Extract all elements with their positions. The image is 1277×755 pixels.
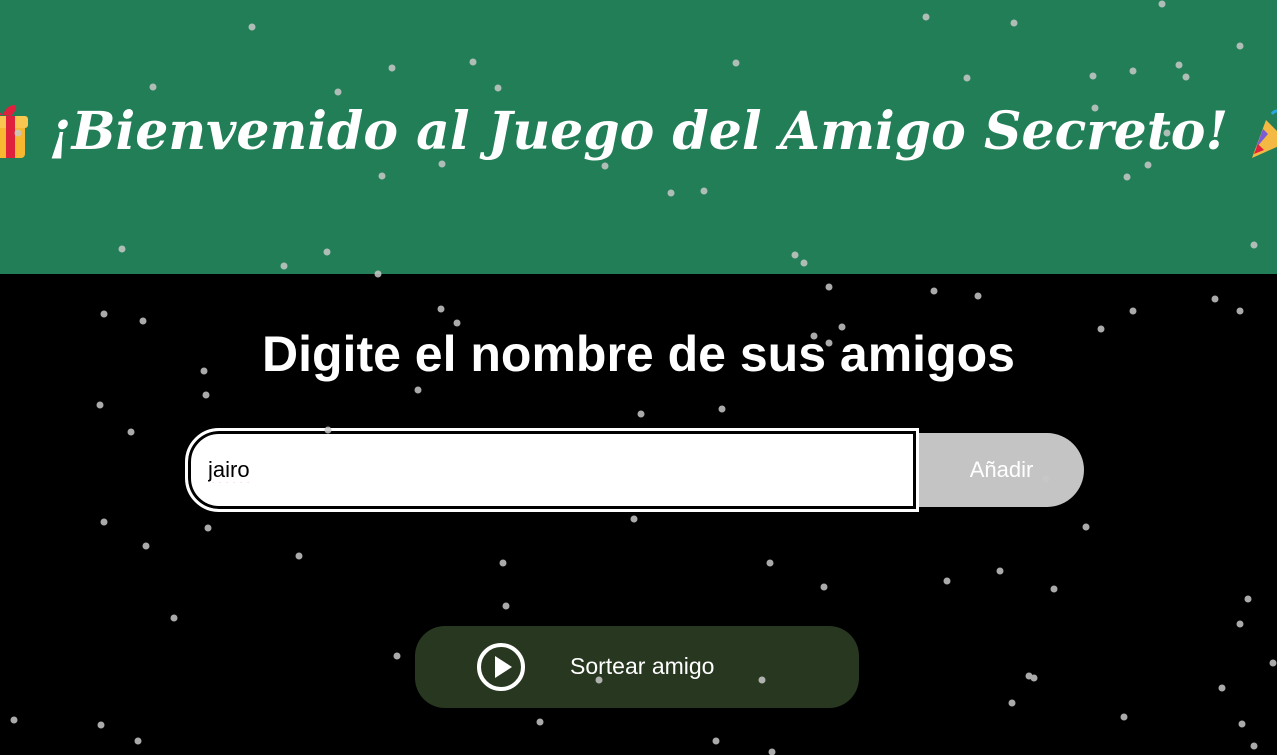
gift-icon — [0, 102, 31, 162]
add-friend-button[interactable]: Añadir — [919, 433, 1084, 507]
page-title: ¡Bienvenido al Juego del Amigo Secreto! — [0, 92, 1277, 172]
header-banner: ¡Bienvenido al Juego del Amigo Secreto! — [0, 0, 1277, 274]
page: ¡Bienvenido al Juego del Amigo Secreto! … — [0, 0, 1277, 755]
draw-button-label: Sortear amigo — [570, 653, 715, 679]
play-circle-icon — [475, 641, 527, 693]
name-input-container — [185, 428, 919, 512]
party-popper-icon — [1246, 102, 1277, 162]
draw-friend-button[interactable]: Sortear amigo — [415, 626, 859, 708]
page-title-text: ¡Bienvenido al Juego del Amigo Secreto! — [48, 101, 1229, 162]
friend-name-input[interactable] — [196, 437, 912, 503]
section-heading: Digite el nombre de sus amigos — [262, 326, 1015, 382]
